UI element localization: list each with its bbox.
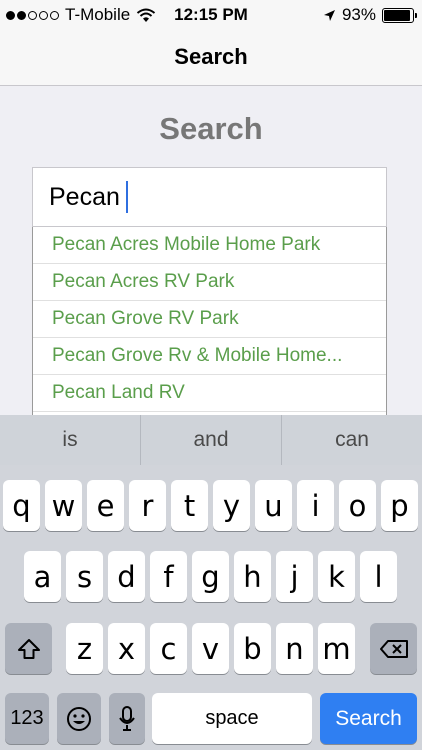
battery-percent: 93% — [341, 5, 376, 24]
predictive-bar: is and can — [0, 415, 422, 465]
key-j[interactable]: j — [276, 551, 313, 602]
key-n[interactable]: n — [276, 623, 313, 674]
prediction-can[interactable]: can — [282, 415, 422, 465]
suggestion-list: Pecan Acres Mobile Home Park Pecan Acres… — [32, 227, 387, 417]
suggestion-item[interactable]: Pecan Acres RV Park — [33, 264, 386, 301]
suggestion-item[interactable]: Pecan Acres Mobile Home Park — [33, 227, 386, 264]
battery-fill — [384, 9, 411, 21]
shift-key[interactable] — [5, 623, 52, 674]
key-u[interactable]: u — [255, 480, 292, 531]
shift-icon — [17, 638, 40, 659]
space-key[interactable]: space — [152, 693, 312, 744]
key-b[interactable]: b — [234, 623, 271, 674]
keyboard: is and can 123 space Search qwertyuiop as… — [0, 415, 422, 750]
key-i[interactable]: i — [297, 480, 334, 531]
search-input[interactable]: Pecan — [32, 167, 387, 227]
search-input-value: Pecan — [49, 182, 120, 211]
key-z[interactable]: z — [66, 623, 103, 674]
suggestion-item[interactable]: Pecan Grove Rv & Mobile Home... — [33, 338, 386, 375]
search-key[interactable]: Search — [320, 693, 417, 744]
nav-title: Search — [174, 44, 248, 69]
key-r[interactable]: r — [129, 480, 166, 531]
prediction-and[interactable]: and — [141, 415, 282, 465]
suggestion-item[interactable]: Pecan Land RV — [33, 375, 386, 412]
key-k[interactable]: k — [318, 551, 355, 602]
key-x[interactable]: x — [108, 623, 145, 674]
key-g[interactable]: g — [192, 551, 229, 602]
numbers-key[interactable]: 123 — [5, 693, 49, 744]
microphone-icon — [119, 705, 135, 731]
key-e[interactable]: e — [87, 480, 124, 531]
key-q[interactable]: q — [3, 480, 40, 531]
key-v[interactable]: v — [192, 623, 229, 674]
page-title: Search — [159, 111, 263, 146]
key-w[interactable]: w — [45, 480, 82, 531]
location-arrow-icon — [323, 9, 335, 21]
key-d[interactable]: d — [108, 551, 145, 602]
main-content: Search Pecan Pecan Acres Mobile Home Par… — [0, 87, 422, 417]
emoji-key[interactable] — [57, 693, 101, 744]
emoji-icon — [67, 706, 91, 731]
key-a[interactable]: a — [24, 551, 61, 602]
status-bar: T-Mobile 12:15 PM 93% — [0, 0, 422, 30]
prediction-is[interactable]: is — [0, 415, 141, 465]
navigation-bar: Search — [0, 30, 422, 86]
key-y[interactable]: y — [213, 480, 250, 531]
status-right: 93% — [323, 5, 417, 25]
key-m[interactable]: m — [318, 623, 355, 674]
key-f[interactable]: f — [150, 551, 187, 602]
key-l[interactable]: l — [360, 551, 397, 602]
suggestion-item[interactable]: Pecan Grove RV Park — [33, 301, 386, 338]
key-s[interactable]: s — [66, 551, 103, 602]
key-p[interactable]: p — [381, 480, 418, 531]
key-o[interactable]: o — [339, 480, 376, 531]
dictation-key[interactable] — [109, 693, 145, 744]
delete-key[interactable] — [370, 623, 417, 674]
battery-icon — [382, 7, 417, 23]
backspace-icon — [379, 639, 408, 658]
key-t[interactable]: t — [171, 480, 208, 531]
key-h[interactable]: h — [234, 551, 271, 602]
text-cursor — [125, 181, 128, 213]
key-c[interactable]: c — [150, 623, 187, 674]
